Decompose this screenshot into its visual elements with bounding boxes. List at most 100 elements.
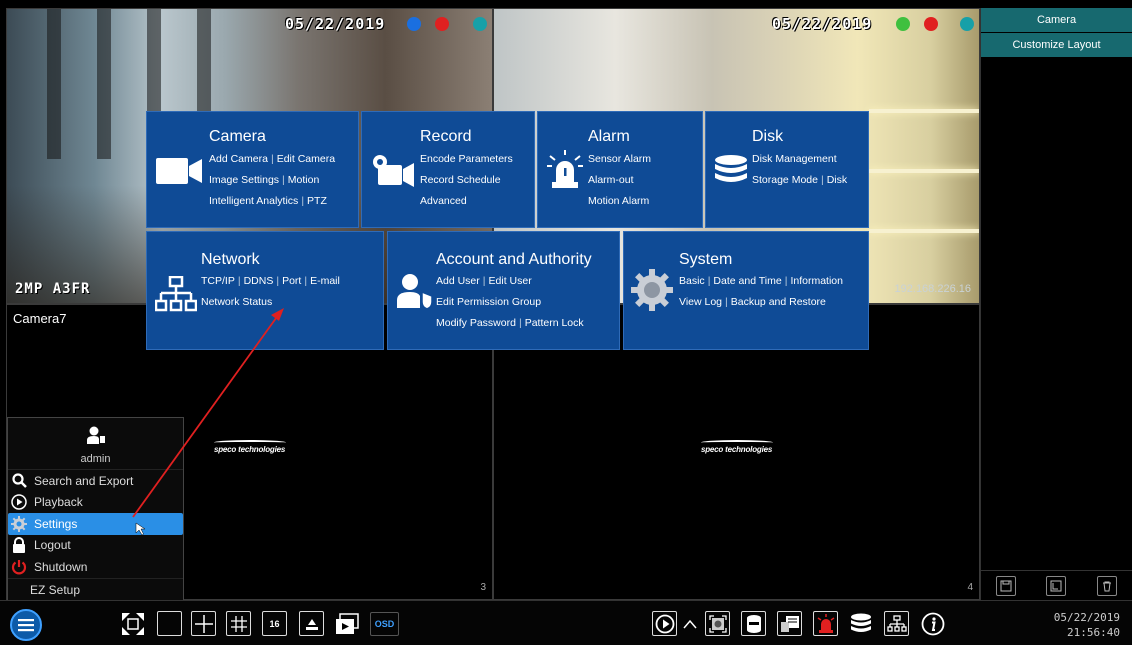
menu-link-add-camera[interactable]: Add Camera [209,153,268,165]
manual-record-button[interactable] [741,611,766,636]
play-icon [655,614,674,633]
menu-link-intelligent-analytics[interactable]: Intelligent Analytics [209,195,298,207]
menu-item-settings[interactable]: Settings [8,513,183,535]
start-menu-button[interactable] [10,609,42,641]
menu-tile-network[interactable]: Network TCP/IP | DDNS | Port | E-mail Network … [146,231,384,350]
menu-item-label: Logout [34,538,71,553]
info-button[interactable] [920,611,945,636]
tile-title: Account and Authority [436,251,592,268]
audio-button[interactable] [777,611,802,636]
layout-16-button[interactable]: 16 [262,611,287,636]
menu-link-modify-password[interactable]: Modify Password [436,317,516,329]
gear-icon [631,269,673,311]
alarm-siren-icon [817,613,834,633]
menu-link-encode-parameters[interactable]: Encode Parameters [420,149,513,170]
camera-name: Camera7 [13,311,67,326]
user-icon [86,426,105,444]
tile-title: Network [201,251,260,268]
database-icon [715,155,747,182]
menu-item-ez-setup[interactable]: EZ Setup [8,577,183,600]
tab-customize-layout[interactable]: Customize Layout [981,33,1132,58]
layout-1-button[interactable] [157,611,182,636]
expand-toolbar-button[interactable] [682,611,698,636]
alarm-siren-icon [547,150,583,188]
gear-icon [11,515,27,532]
menu-link-add-user[interactable]: Add User [436,275,480,287]
menu-tile-account-authority[interactable]: Account and Authority Add User | Edit User… [387,231,620,350]
osd-status-icon [407,17,421,31]
menu-link-record-schedule[interactable]: Record Schedule [420,170,513,191]
menu-tile-record[interactable]: Record Encode Parameters Record Schedule… [361,111,535,228]
snapshot-button[interactable] [705,611,730,636]
lock-icon [13,537,25,554]
menu-link-email[interactable]: E-mail [310,275,340,287]
menu-tile-system[interactable]: System Basic | Date and Time | Information V… [623,231,869,350]
play-icon [11,494,27,510]
menu-link-basic[interactable]: Basic [679,275,705,287]
menu-item-search-export[interactable]: Search and Export [8,470,183,492]
screen-icon [780,615,799,632]
menu-link-pattern-lock[interactable]: Pattern Lock [525,317,584,329]
menu-link-disk-management[interactable]: Disk Management [752,149,847,170]
menu-link-information[interactable]: Information [790,275,843,287]
layout-custom-button[interactable] [299,611,324,636]
osd-record-icon [435,17,449,31]
menu-link-motion[interactable]: Motion [288,174,320,186]
menu-link-tcpip[interactable]: TCP/IP [201,275,235,287]
snapshot-icon [708,614,727,633]
menu-link-disk[interactable]: Disk [827,174,847,186]
menu-link-port[interactable]: Port [282,275,301,287]
cell-number: 4 [967,582,973,593]
menu-link-ddns[interactable]: DDNS [244,275,274,287]
clock-time: 21:56:40 [1067,626,1120,639]
menu-link-image-settings[interactable]: Image Settings [209,174,279,186]
network-icon [155,276,197,312]
menu-link-network-status[interactable]: Network Status [201,292,340,313]
osd-motion-icon [473,17,487,31]
single-view-icon [162,616,178,632]
disk-info-button[interactable] [848,611,873,636]
menu-link-view-log[interactable]: View Log [679,296,722,308]
delete-layout-button[interactable] [1096,575,1117,596]
brand-logo: speco technologies [701,440,774,454]
menu-link-storage-mode[interactable]: Storage Mode [752,174,818,186]
menu-tile-camera[interactable]: Camera Add Camera | Edit Camera Image Sett… [146,111,359,228]
menu-item-playback[interactable]: Playback [8,492,183,514]
menu-link-alarm-out[interactable]: Alarm-out [588,170,651,191]
tab-camera[interactable]: Camera [981,8,1132,33]
menu-link-advanced[interactable]: Advanced [420,191,513,212]
save-layout-button[interactable] [996,575,1017,596]
menu-tile-alarm[interactable]: Alarm Sensor Alarm Alarm-out Motion Alar… [537,111,703,228]
alarm-button[interactable] [813,611,838,636]
layout-4-button[interactable] [191,611,216,636]
network-icon [886,614,907,632]
menu-link-sensor-alarm[interactable]: Sensor Alarm [588,149,651,170]
menu-item-label: Settings [34,516,78,531]
menu-item-label: Playback [34,495,83,510]
rename-layout-button[interactable] [1046,575,1067,596]
right-panel-actions [981,570,1132,600]
menu-link-backup-restore[interactable]: Backup and Restore [731,296,826,308]
menu-item-logout[interactable]: Logout [8,535,183,557]
menu-link-date-time[interactable]: Date and Time [713,275,781,287]
osd-timestamp: 05/22/2019 [772,15,873,33]
menu-link-motion-alarm[interactable]: Motion Alarm [588,191,651,212]
playback-button[interactable] [652,611,677,636]
sequence-icon [335,612,359,634]
fullscreen-button[interactable] [120,611,145,636]
menu-link-ptz[interactable]: PTZ [307,195,327,207]
tile-title: Disk [752,128,784,145]
osd-motion-icon [960,17,974,31]
osd-toggle-button[interactable]: OSD [370,612,399,636]
menu-link-edit-user[interactable]: Edit User [489,275,532,287]
network-info-button[interactable] [884,611,909,636]
quad-view-icon [194,614,213,633]
menu-tile-disk[interactable]: Disk Disk Management Storage Mode | Disk [705,111,869,228]
menu-link-edit-camera[interactable]: Edit Camera [277,153,335,165]
info-icon [921,612,944,635]
menu-link-edit-permission-group[interactable]: Edit Permission Group [436,292,584,313]
layout-9-button[interactable] [226,611,251,636]
sequence-view-button[interactable] [334,611,359,636]
menu-item-shutdown[interactable]: Shutdown [8,556,183,578]
user-header: admin [8,418,183,470]
